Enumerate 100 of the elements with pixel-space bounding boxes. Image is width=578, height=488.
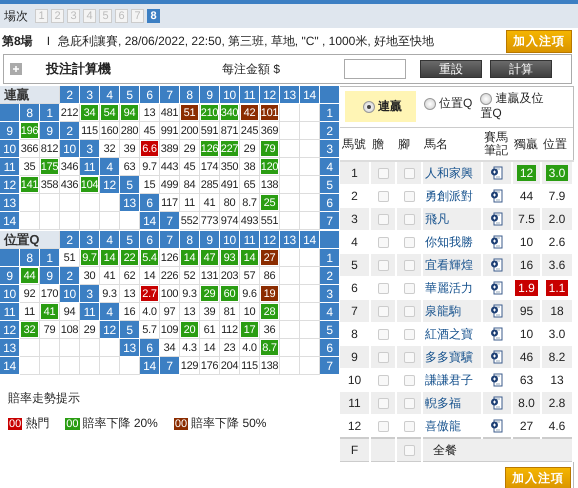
expand-icon[interactable] xyxy=(10,63,22,75)
win-odds[interactable]: 10 xyxy=(516,326,536,342)
odds-cell[interactable]: 19 xyxy=(260,285,280,303)
note-icon[interactable] xyxy=(490,235,504,249)
horse-name-link[interactable]: 華麗活力 xyxy=(425,280,473,294)
odds-cell[interactable]: 54 xyxy=(100,104,120,122)
odds-cell[interactable]: 34 xyxy=(80,104,100,122)
note-icon[interactable] xyxy=(490,212,504,226)
odds-cell[interactable]: 871 xyxy=(220,122,240,140)
odds-cell[interactable]: 79 xyxy=(40,321,60,339)
odds-cell[interactable]: 443 xyxy=(160,158,180,176)
odds-cell[interactable]: 17 xyxy=(240,321,260,339)
odds-cell[interactable]: 120 xyxy=(260,158,280,176)
reset-button[interactable]: 重設 xyxy=(420,60,482,78)
note-icon[interactable] xyxy=(490,373,504,387)
odds-cell[interactable]: 481 xyxy=(160,104,180,122)
odds-cell[interactable]: 493 xyxy=(240,212,260,230)
odds-cell[interactable]: 176 xyxy=(200,357,220,375)
odds-cell[interactable]: 39 xyxy=(200,303,220,321)
note-icon[interactable] xyxy=(490,396,504,410)
odds-cell[interactable]: 974 xyxy=(220,212,240,230)
banker-checkbox[interactable] xyxy=(378,328,388,340)
odds-cell[interactable]: 13 xyxy=(140,104,160,122)
odds-cell[interactable]: 84 xyxy=(180,176,200,194)
odds-cell[interactable]: 94 xyxy=(120,104,140,122)
leg-checkbox[interactable] xyxy=(404,260,414,270)
odds-cell[interactable]: 773 xyxy=(200,212,220,230)
odds-cell[interactable]: 346 xyxy=(60,158,80,176)
odds-cell[interactable]: 117 xyxy=(160,194,180,212)
odds-cell[interactable]: 16 xyxy=(120,303,140,321)
note-icon[interactable] xyxy=(490,419,504,433)
odds-cell[interactable]: 104 xyxy=(80,176,100,194)
odds-cell[interactable]: 22 xyxy=(120,249,140,267)
odds-cell[interactable]: 200 xyxy=(180,122,200,140)
odds-cell[interactable]: 109 xyxy=(160,321,180,339)
leg-checkbox[interactable] xyxy=(404,374,414,386)
horse-name-link[interactable]: 謙謙君子 xyxy=(425,372,473,386)
odds-cell[interactable]: 32 xyxy=(20,321,40,339)
banker-checkbox[interactable] xyxy=(378,282,388,294)
banker-checkbox[interactable] xyxy=(378,190,388,202)
odds-cell[interactable]: 27 xyxy=(260,249,280,267)
note-icon[interactable] xyxy=(490,327,504,341)
odds-cell[interactable]: 340 xyxy=(220,104,240,122)
odds-cell[interactable]: 97 xyxy=(160,303,180,321)
odds-cell[interactable]: 41 xyxy=(40,303,60,321)
odds-cell[interactable]: 57 xyxy=(240,267,260,285)
odds-cell[interactable]: 41 xyxy=(200,194,220,212)
odds-cell[interactable]: 51 xyxy=(180,104,200,122)
odds-cell[interactable]: 389 xyxy=(160,140,180,158)
odds-cell[interactable]: 62 xyxy=(120,267,140,285)
odds-cell[interactable]: 5.7 xyxy=(140,321,160,339)
odds-cell[interactable]: 14 xyxy=(140,267,160,285)
odds-cell[interactable]: 29 xyxy=(180,140,200,158)
odds-cell[interactable]: 60 xyxy=(220,285,240,303)
odds-cell[interactable]: 79 xyxy=(260,140,280,158)
banker-checkbox[interactable] xyxy=(378,398,388,408)
odds-cell[interactable]: 551 xyxy=(260,212,280,230)
odds-cell[interactable]: 94 xyxy=(60,303,80,321)
place-odds[interactable]: 7.9 xyxy=(546,188,568,204)
horse-name-link[interactable]: 你知我勝 xyxy=(425,234,473,248)
odds-cell[interactable]: 35 xyxy=(20,158,40,176)
odds-cell[interactable]: 212 xyxy=(60,104,80,122)
odds-cell[interactable]: 5.4 xyxy=(140,249,160,267)
odds-cell[interactable]: 226 xyxy=(160,267,180,285)
note-icon[interactable] xyxy=(490,281,504,295)
odds-cell[interactable]: 9.6 xyxy=(240,285,260,303)
place-odds[interactable]: 3.0 xyxy=(546,165,568,181)
odds-cell[interactable]: 29 xyxy=(200,285,220,303)
odds-cell[interactable]: 42 xyxy=(240,104,260,122)
odds-cell[interactable]: 591 xyxy=(200,122,220,140)
odds-cell[interactable]: 8.7 xyxy=(240,194,260,212)
odds-cell[interactable]: 25 xyxy=(260,194,280,212)
odds-cell[interactable]: 86 xyxy=(260,267,280,285)
odds-cell[interactable]: 812 xyxy=(40,140,60,158)
place-odds[interactable]: 4.6 xyxy=(546,418,568,434)
odds-cell[interactable]: 9.3 xyxy=(100,285,120,303)
odds-cell[interactable]: 285 xyxy=(200,176,220,194)
odds-cell[interactable]: 93 xyxy=(220,249,240,267)
odds-cell[interactable]: 126 xyxy=(200,140,220,158)
odds-cell[interactable]: 34 xyxy=(160,339,180,357)
odds-cell[interactable]: 14 xyxy=(240,249,260,267)
odds-cell[interactable]: 350 xyxy=(220,158,240,176)
banker-checkbox[interactable] xyxy=(378,374,388,386)
odds-cell[interactable]: 160 xyxy=(100,122,120,140)
odds-cell[interactable]: 6.6 xyxy=(140,140,160,158)
odds-cell[interactable]: 280 xyxy=(120,122,140,140)
note-icon[interactable] xyxy=(490,350,504,364)
banker-checkbox[interactable] xyxy=(378,260,388,270)
place-odds[interactable]: 1.1 xyxy=(546,280,568,296)
win-odds[interactable]: 44 xyxy=(516,188,536,204)
odds-cell[interactable]: 14 xyxy=(100,249,120,267)
odds-cell[interactable]: 14 xyxy=(180,249,200,267)
field-checkbox[interactable] xyxy=(404,444,414,456)
odds-cell[interactable]: 4.3 xyxy=(180,339,200,357)
odds-cell[interactable]: 8.7 xyxy=(260,339,280,357)
odds-cell[interactable]: 10 xyxy=(240,303,260,321)
race-tab[interactable]: 8 xyxy=(147,9,160,23)
odds-cell[interactable]: 11 xyxy=(20,303,40,321)
place-odds[interactable]: 13 xyxy=(547,372,567,388)
odds-cell[interactable]: 210 xyxy=(200,104,220,122)
